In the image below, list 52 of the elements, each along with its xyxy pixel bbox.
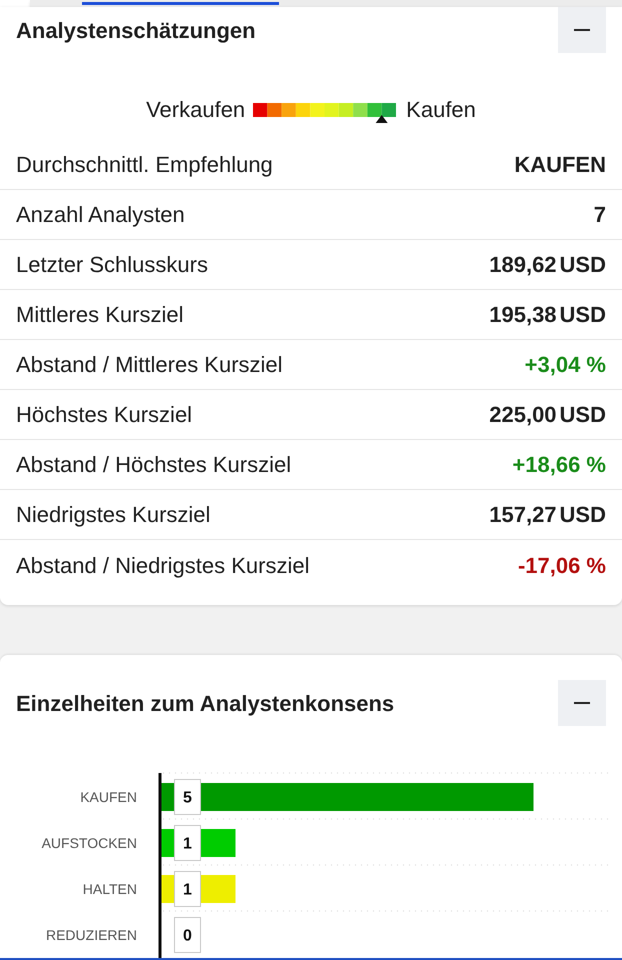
scale-segment [310,102,325,116]
scale-segment [267,102,282,116]
row-label: Abstand / Mittleres Kursziel [16,351,283,379]
row-label: Höchstes Kursziel [16,401,192,429]
value-label: 1 [174,825,201,861]
category-label: KAUFEN [80,789,137,805]
scale-segment [382,102,396,116]
currency-unit: USD [560,501,606,529]
scale-segment [338,102,354,116]
row-value: 7 [594,201,606,229]
currency-unit: USD [560,251,606,279]
data-label: 1 [183,836,192,852]
row-value: KAUFEN [514,151,606,179]
change-value: +18,66 % [512,451,606,479]
data-label: 1 [183,882,192,898]
row-value: 157,27 [489,501,557,529]
currency-unit: USD [560,301,606,329]
scale-segment [253,102,268,116]
category-label: AUFSTOCKEN [42,835,137,851]
row-label: Anzahl Analysten [16,201,185,229]
row-label: Niedrigstes Kursziel [16,501,210,529]
value-label: 1 [174,871,201,907]
row-label: Abstand / Höchstes Kursziel [16,451,292,479]
collapse-button[interactable] [558,7,606,53]
scale-segment [282,102,296,116]
section-title: Analystenschätzungen [16,16,256,45]
change-value: -17,06 % [518,552,606,580]
row-label: Durchschnittl. Empfehlung [16,151,273,179]
data-label: 0 [183,928,192,944]
row-value: 195,38 [489,301,557,329]
row-value: 189,62 [489,251,557,279]
minus-icon [574,702,590,704]
section-title: Einzelheiten zum Analystenkonsens [16,690,394,718]
scale-low-label: Verkaufen [146,96,246,123]
scale-high-label: Kaufen [406,96,476,123]
change-value: +3,04 % [524,351,606,379]
category-label: REDUZIEREN [46,927,137,943]
collapse-button[interactable] [558,680,606,726]
row-label: Letzter Schlusskurs [16,251,208,279]
value-label: 5 [174,779,201,815]
scale-segment [324,102,339,116]
scale-segment [368,102,382,116]
data-label: 5 [183,790,192,806]
row-label: Mittleres Kursziel [16,301,184,329]
scale-segment [296,102,310,116]
scale-segment [353,102,368,116]
row-value: 225,00 [489,401,557,429]
value-label: 0 [174,917,201,953]
minus-icon [574,29,590,31]
currency-unit: USD [560,401,606,429]
row-label: Abstand / Niedrigstes Kursziel [16,552,310,580]
category-label: HALTEN [82,881,137,897]
